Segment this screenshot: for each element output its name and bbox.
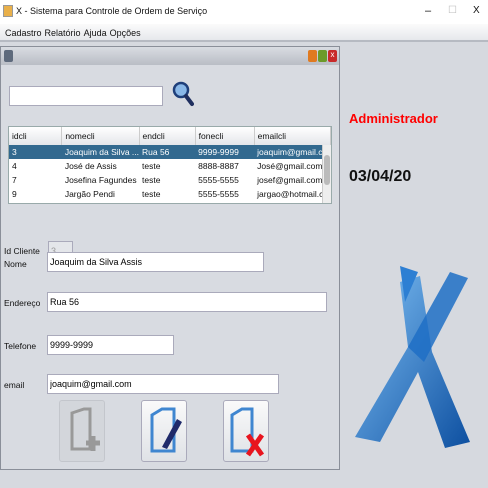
table-cell-nomecli[interactable]: José de Assis xyxy=(62,159,139,173)
table-cell-endcli[interactable]: teste xyxy=(139,173,195,187)
java-app-icon xyxy=(3,5,13,17)
add-client-button[interactable] xyxy=(59,400,105,462)
table-cell-emailcli[interactable]: joaquim@gmail.c... xyxy=(254,145,331,159)
minimize-button[interactable]: – xyxy=(425,5,431,17)
table-cell-endcli[interactable]: teste xyxy=(139,187,195,201)
endereco-label: Endereço xyxy=(4,298,41,308)
table-row[interactable]: 9 Jargão Pendi teste 5555-5555 jargao@hotmai… xyxy=(9,187,331,201)
col-header-nomecli[interactable]: nomecli xyxy=(61,127,140,145)
table-cell-fonecli[interactable]: 9999-9999 xyxy=(195,145,255,159)
table-row[interactable]: 4 José de Assis teste 8888-8887 José@gmail.c… xyxy=(9,159,331,173)
table-cell-idcli[interactable]: 9 xyxy=(9,187,62,201)
table-cell-idcli[interactable]: 7 xyxy=(9,173,62,187)
endereco-field[interactable] xyxy=(47,292,327,312)
table-row[interactable]: 7 Josefina Fagundes teste 5555-5555 josef@gm… xyxy=(9,173,331,187)
menu-opcoes[interactable]: Opções xyxy=(110,28,141,38)
table-cell-endcli[interactable]: Rua 56 xyxy=(139,145,196,159)
table-cell-endcli[interactable]: teste xyxy=(139,159,195,173)
frame-maximize-button[interactable] xyxy=(318,50,327,62)
nome-field[interactable] xyxy=(47,252,264,272)
id-cliente-label: Id Cliente xyxy=(4,246,40,256)
menu-relatorio[interactable]: Relatório xyxy=(45,28,81,38)
table-cell-idcli[interactable]: 4 xyxy=(9,159,62,173)
email-label: email xyxy=(4,380,25,390)
email-field[interactable] xyxy=(47,374,279,394)
col-header-endcli[interactable]: endcli xyxy=(139,127,196,145)
search-icon[interactable] xyxy=(172,81,194,107)
nome-label: Nome xyxy=(4,259,27,269)
document-edit-icon xyxy=(150,407,182,453)
table-cell-fonecli[interactable]: 5555-5555 xyxy=(195,173,254,187)
internal-frame-titlebar: x xyxy=(1,47,339,65)
clients-table[interactable]: idcli nomecli endcli fonecli emailcli 3J… xyxy=(8,126,332,204)
user-label: Administrador xyxy=(349,111,438,126)
table-cell-nomecli[interactable]: Jargão Pendi xyxy=(62,187,139,201)
table-cell-emailcli[interactable]: jargao@hotmail.c... xyxy=(254,187,330,201)
search-input[interactable] xyxy=(9,86,163,106)
menu-ajuda[interactable]: Ajuda xyxy=(84,28,107,38)
document-delete-icon xyxy=(230,407,265,457)
client-internal-frame: x idcli nomecli endcli fonecli emailcli … xyxy=(0,46,340,470)
scrollbar-thumb[interactable] xyxy=(324,155,330,185)
table-cell-emailcli[interactable]: josef@gmail.com xyxy=(254,173,330,187)
telefone-field[interactable] xyxy=(47,335,174,355)
table-cell-fonecli[interactable]: 5555-5555 xyxy=(195,187,254,201)
window-title: X - Sistema para Controle de Ordem de Se… xyxy=(16,6,208,16)
col-header-idcli[interactable]: idcli xyxy=(9,127,63,145)
table-cell-nomecli[interactable]: Josefina Fagundes xyxy=(62,173,139,187)
col-header-emailcli[interactable]: emailcli xyxy=(254,127,331,145)
table-scrollbar[interactable] xyxy=(322,145,331,203)
table-row[interactable]: 3 Joaquim da Silva ... Rua 56 9999-9999 joaq… xyxy=(9,145,331,159)
document-add-icon xyxy=(70,407,100,451)
close-button[interactable]: X xyxy=(473,5,480,16)
frame-close-button[interactable]: x xyxy=(328,50,337,62)
delete-client-button[interactable] xyxy=(223,400,269,462)
window-titlebar: X - Sistema para Controle de Ordem de Se… xyxy=(0,0,488,24)
date-label: 03/04/20 xyxy=(349,168,412,185)
frame-minimize-button[interactable] xyxy=(308,50,317,62)
table-cell-nomecli[interactable]: Joaquim da Silva ... xyxy=(61,145,139,159)
frame-menu-icon[interactable] xyxy=(4,50,13,62)
menu-bar: Cadastro Relatório Ajuda Opções xyxy=(0,24,488,42)
col-header-fonecli[interactable]: fonecli xyxy=(195,127,255,145)
table-cell-idcli[interactable]: 3 xyxy=(9,145,62,159)
app-logo-x xyxy=(355,266,470,448)
table-cell-emailcli[interactable]: José@gmail.com xyxy=(254,159,330,173)
menu-cadastro[interactable]: Cadastro xyxy=(5,28,42,38)
table-cell-fonecli[interactable]: 8888-8887 xyxy=(195,159,254,173)
edit-client-button[interactable] xyxy=(141,400,187,462)
maximize-button[interactable]: ☐ xyxy=(448,5,457,16)
telefone-label: Telefone xyxy=(4,341,37,351)
